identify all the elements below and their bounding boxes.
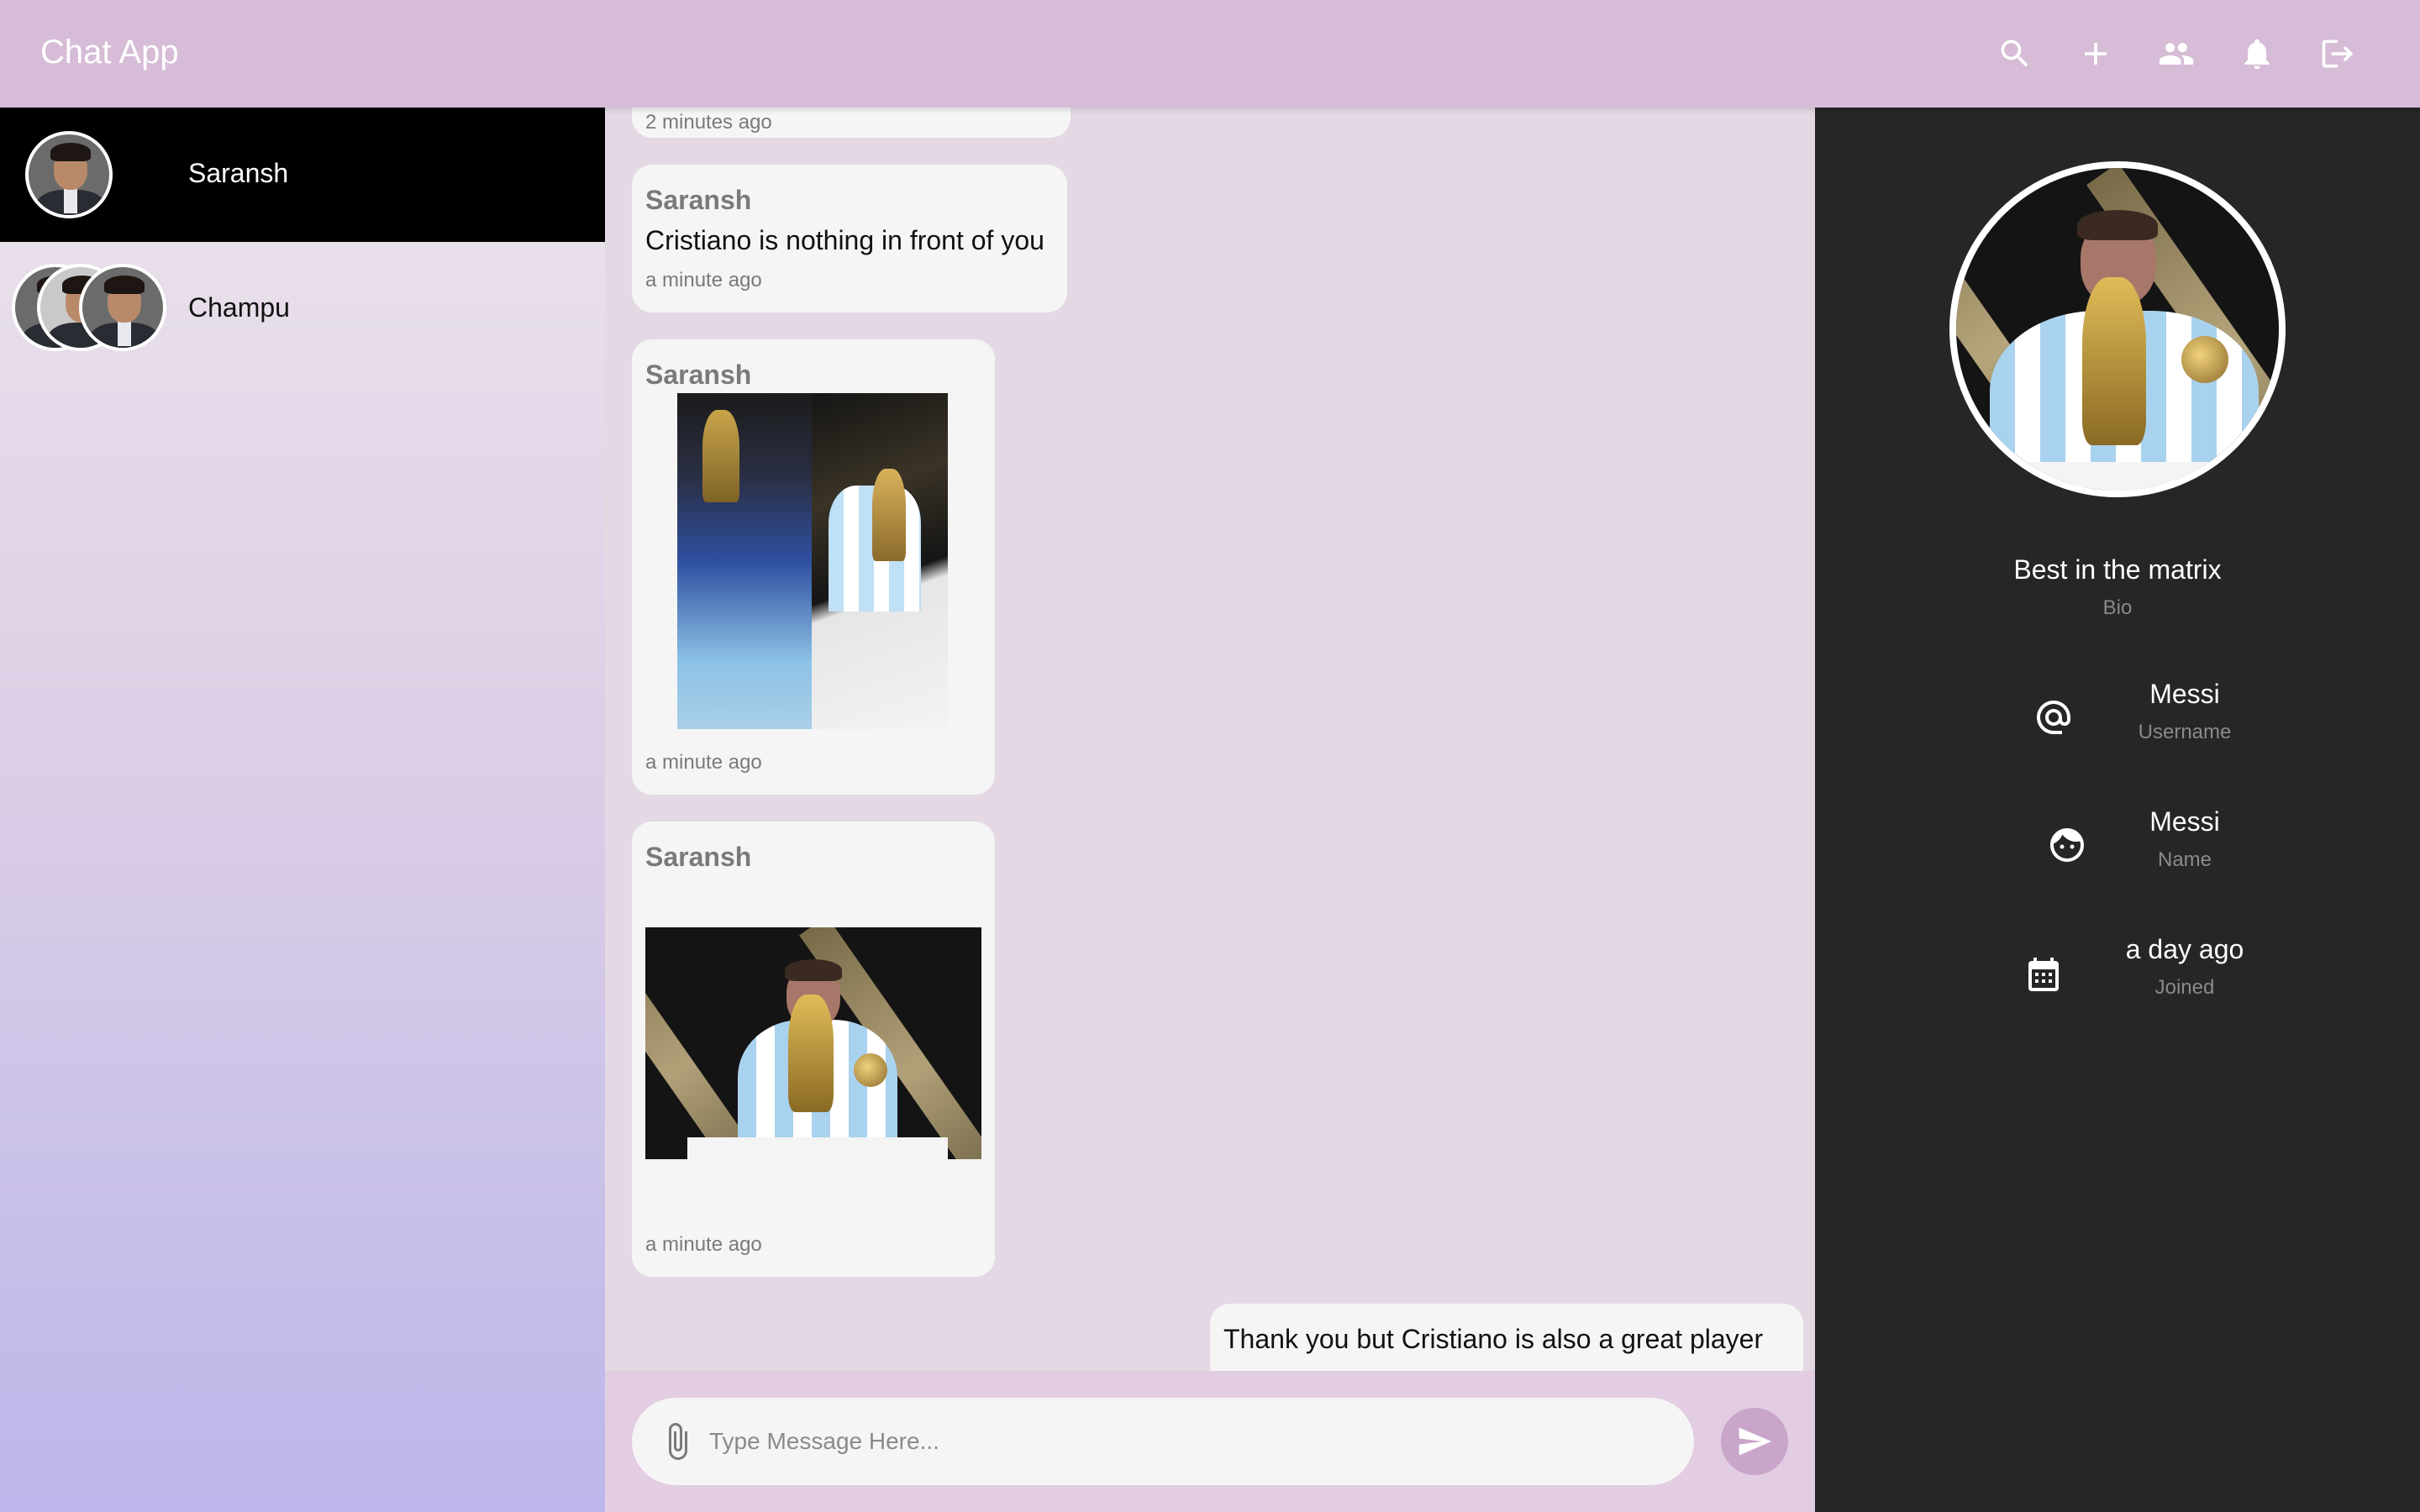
group-icon[interactable] xyxy=(2153,30,2200,77)
at-sign-icon xyxy=(2033,697,2074,738)
message-composer xyxy=(605,1371,1815,1512)
message-bubble: 2 minutes ago xyxy=(632,108,1071,138)
notifications-icon[interactable] xyxy=(2233,30,2281,77)
message-image[interactable] xyxy=(677,393,948,729)
message-image[interactable] xyxy=(645,927,981,1159)
message-sender: Saransh xyxy=(645,842,752,872)
chat-name: Saransh xyxy=(188,158,289,188)
profile-panel: Best in the matrix Bio Messi Username Me… xyxy=(1815,108,2420,1512)
app-bar: Chat App xyxy=(0,0,2420,108)
name-value: Messi xyxy=(2149,806,2220,837)
joined-row: a day ago Joined xyxy=(1815,934,2420,1010)
name-label: Name xyxy=(2157,848,2212,871)
chat-name: Champu xyxy=(188,292,290,323)
message-list[interactable]: 2 minutes ago Saransh Cristiano is nothi… xyxy=(605,108,1815,1371)
bio-label: Bio xyxy=(2102,596,2133,619)
message-bubble: Saransh Cristiano is nothing in front of… xyxy=(632,165,1067,312)
send-icon xyxy=(1739,1427,1772,1456)
add-icon[interactable] xyxy=(2072,30,2119,77)
message-sender: Saransh xyxy=(645,360,752,390)
message-time: a minute ago xyxy=(645,1233,762,1256)
message-bubble: Saransh a minute ago xyxy=(632,339,995,795)
message-bubble: Saransh a minute ago xyxy=(632,822,995,1277)
username-row: Messi Username xyxy=(1815,679,2420,754)
search-icon[interactable] xyxy=(1991,30,2039,77)
message-time: 2 minutes ago xyxy=(645,111,772,134)
profile-avatar xyxy=(1949,161,2286,497)
chat-item-champu[interactable]: Champu xyxy=(0,242,605,376)
joined-label: Joined xyxy=(2154,976,2215,999)
message-time: a minute ago xyxy=(645,269,762,291)
chat-item-saransh[interactable]: Saransh xyxy=(0,108,605,242)
chat-list-sidebar: Saransh Champu xyxy=(0,108,605,1512)
name-row: Messi Name xyxy=(1815,806,2420,882)
send-button[interactable] xyxy=(1721,1408,1788,1475)
bio-value: Best in the matrix xyxy=(2013,554,2222,585)
username-label: Username xyxy=(2138,721,2232,743)
app-title: Chat App xyxy=(40,34,179,71)
face-icon xyxy=(2047,825,2087,865)
username-value: Messi xyxy=(2149,679,2220,709)
message-input[interactable] xyxy=(709,1418,1667,1465)
message-text: Thank you but Cristiano is also a great … xyxy=(1223,1324,1764,1354)
logout-icon[interactable] xyxy=(2314,30,2361,77)
calendar-icon xyxy=(2023,954,2064,995)
own-message-bubble: Thank you but Cristiano is also a great … xyxy=(1210,1304,1803,1371)
message-input-container xyxy=(632,1398,1694,1485)
group-avatar-3 xyxy=(79,264,166,351)
message-time: a minute ago xyxy=(645,751,762,774)
attach-icon[interactable] xyxy=(657,1421,697,1462)
message-sender: Saransh xyxy=(645,185,752,215)
message-text: Cristiano is nothing in front of you xyxy=(645,225,1044,255)
joined-value: a day ago xyxy=(2125,934,2244,964)
avatar xyxy=(25,131,113,218)
